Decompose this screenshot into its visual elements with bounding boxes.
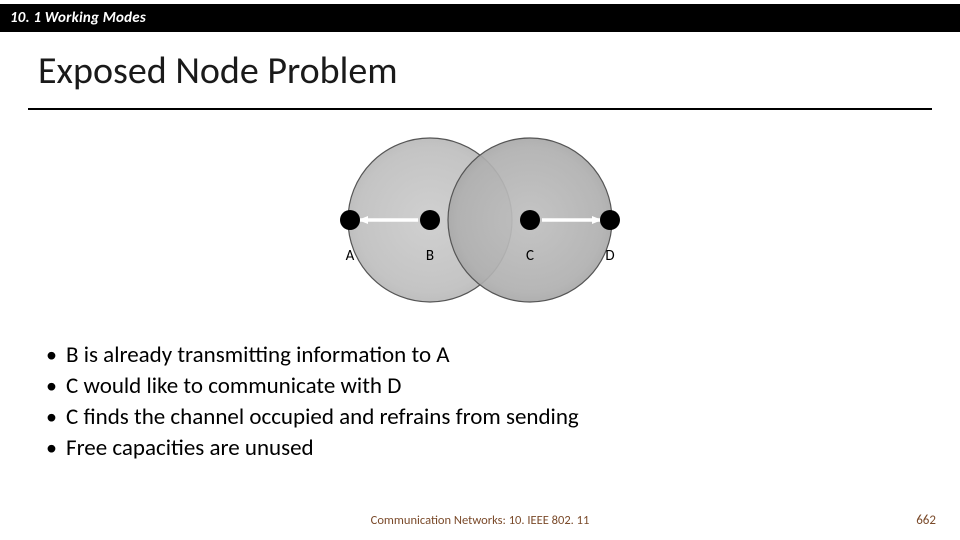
page-number: 662 [916,513,936,528]
footer-center: Communication Networks: 10. IEEE 802. 11 [0,513,960,528]
bullet-text: C would like to communicate with D [66,372,401,400]
slide: 10. 1 Working Modes Exposed Node Problem [0,0,960,540]
section-header-text: 10. 1 Working Modes [10,4,146,32]
exposed-node-diagram: A B C D [300,150,660,290]
bullet-item: B is already transmitting information to… [40,340,920,371]
bullet-item: C would like to communicate with D [40,371,920,402]
node-b-dot [420,210,440,230]
node-d-label: D [605,247,614,265]
node-c-dot [520,210,540,230]
bullet-text: Free capacities are unused [66,434,314,462]
node-c-label: C [526,247,534,265]
slide-title: Exposed Node Problem [38,48,398,94]
bullet-text: C finds the channel occupied and refrain… [66,403,579,431]
title-underline [28,108,932,110]
bullet-list: B is already transmitting information to… [40,340,920,464]
bullet-text: B is already transmitting information to… [66,341,450,369]
node-b-label: B [426,247,434,265]
node-d-dot [600,210,620,230]
node-a-label: A [346,247,355,265]
bullet-item: C finds the channel occupied and refrain… [40,402,920,433]
bullet-item: Free capacities are unused [40,433,920,464]
node-a-dot [340,210,360,230]
